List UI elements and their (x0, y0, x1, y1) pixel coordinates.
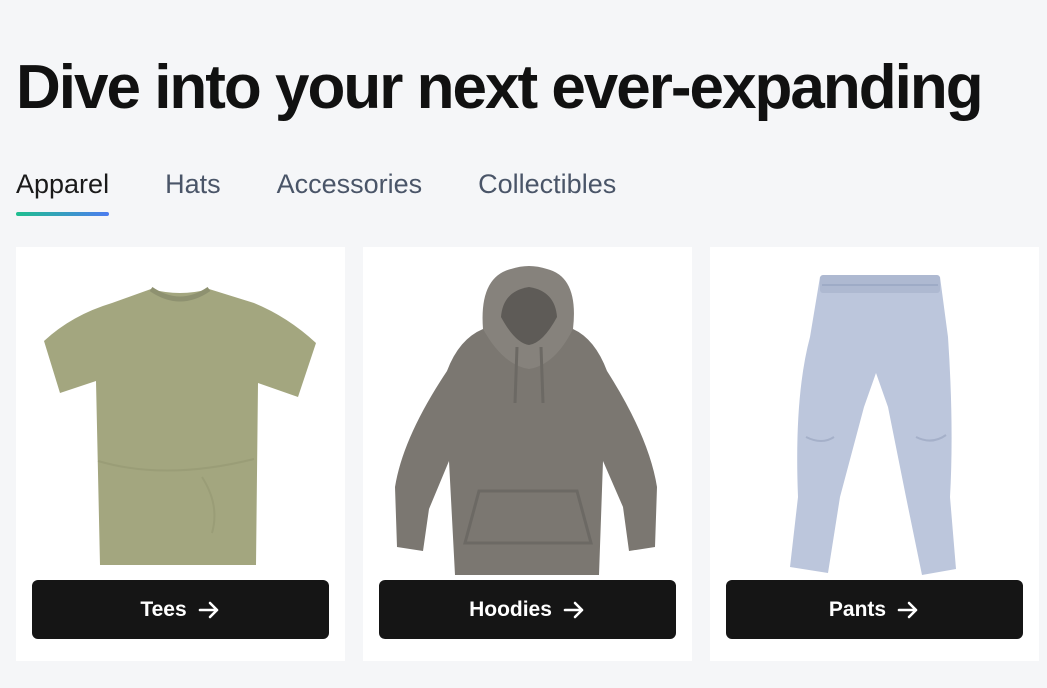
category-card-pants[interactable]: Pants (710, 247, 1039, 661)
tab-accessories[interactable]: Accessories (277, 168, 423, 216)
category-card-hoodies[interactable]: Hoodies (363, 247, 692, 661)
button-label: Tees (140, 597, 187, 621)
tab-label: Hats (165, 169, 221, 199)
active-tab-underline (16, 212, 110, 216)
button-label: Pants (828, 597, 887, 621)
tab-label: Accessories (276, 169, 423, 199)
hoodie-drawstring (513, 346, 519, 404)
category-tabs: Apparel Hats Accessories Collectibles (16, 168, 672, 224)
hoodies-button[interactable]: Hoodies (379, 580, 676, 639)
arrow-right-icon (198, 601, 218, 618)
tab-apparel[interactable]: Apparel (16, 168, 110, 216)
pants-body (790, 277, 956, 575)
tab-label: Apparel (16, 169, 110, 199)
gray-hoodie-image (395, 266, 657, 575)
button-label: Hoodies (469, 597, 552, 621)
arrow-right-icon (563, 601, 584, 618)
tab-label: Collectibles (478, 169, 617, 199)
tees-button[interactable]: Tees (32, 580, 329, 639)
category-card-tees[interactable]: Tees (16, 247, 345, 661)
page-headline: Dive into your next ever-expanding (16, 53, 984, 122)
tab-hats[interactable]: Hats (165, 168, 221, 216)
tab-collectibles[interactable]: Collectibles (478, 168, 616, 216)
tshirt-body (44, 289, 316, 565)
page: Dive into your next ever-expanding Appar… (0, 0, 1047, 688)
product-category-cards: Tees Hoodies Pants (16, 247, 1039, 661)
light-blue-sweatpants-image (790, 275, 956, 575)
olive-tshirt-image (44, 286, 316, 565)
pants-button[interactable]: Pants (726, 580, 1023, 639)
hoodie-drawstring (539, 346, 545, 404)
arrow-right-icon (897, 601, 918, 618)
